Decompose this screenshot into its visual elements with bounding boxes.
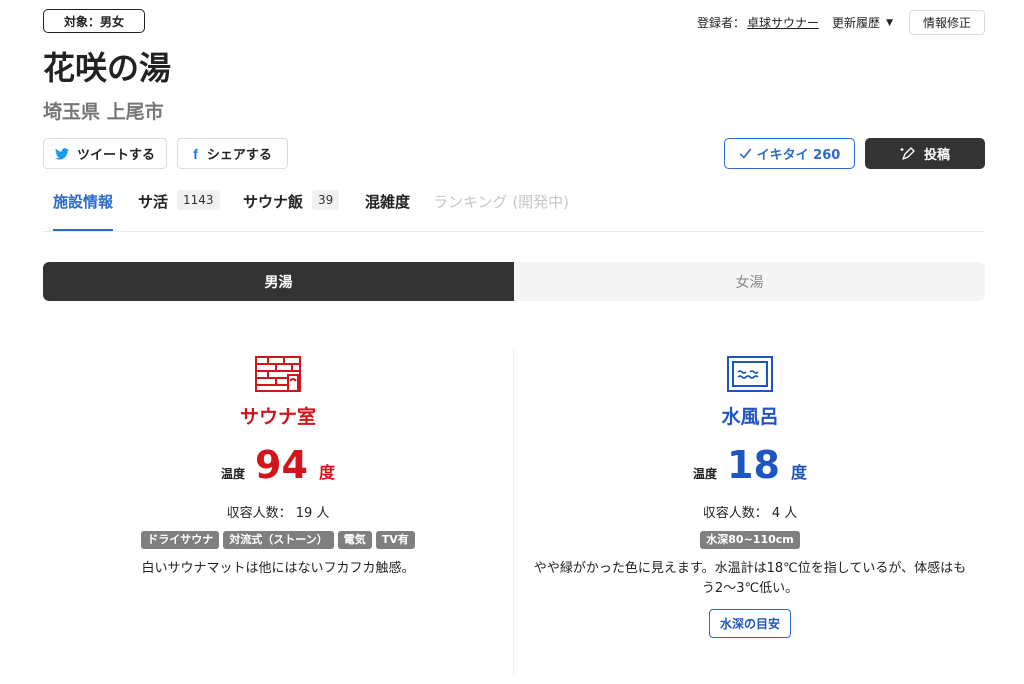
header-actions: 登録者： 卓球サウナー 更新履歴 ▼ 情報修正 (697, 10, 985, 35)
temp-value: 18 (727, 443, 780, 487)
tab-label: サ活 (138, 193, 169, 211)
water-title: 水風呂 (721, 406, 779, 428)
post-button[interactable]: 投稿 (865, 138, 985, 169)
water-capacity: 収容人数： 4 人 (702, 506, 798, 521)
tab-count: 39 (312, 190, 340, 210)
tag: 電気 (337, 531, 372, 549)
sauna-panel: サウナ室 温度 94 度 収容人数： 19 人 ドライサウナ 対流式（ストーン）… (43, 355, 513, 579)
tab-label: ランキング (開発中) (433, 193, 570, 211)
water-bath-icon (727, 356, 773, 392)
facebook-share-button[interactable]: f シェアする (177, 138, 288, 169)
history-label: 更新履歴 (832, 16, 881, 30)
post-label: 投稿 (923, 148, 950, 163)
tag: 水深80~110cm (700, 531, 800, 549)
tab-congestion[interactable]: 混雑度 (365, 188, 410, 231)
facility-location: 埼玉県 上尾市 (43, 101, 164, 123)
check-pen-icon (739, 148, 751, 159)
water-bath-panel: 水風呂 温度 18 度 収容人数： 4 人 水深80~110cm やや緑がかった… (515, 355, 985, 638)
sauna-capacity: 収容人数： 19 人 (226, 506, 330, 521)
temp-unit: 度 (790, 463, 807, 482)
sauna-tags: ドライサウナ 対流式（ストーン） 電気 TV有 (43, 531, 513, 549)
tab-label: 施設情報 (53, 193, 114, 211)
water-tags: 水深80~110cm (515, 531, 985, 549)
water-temperature: 温度 18 度 (515, 443, 985, 487)
pen-sparkle-icon (900, 146, 915, 160)
facility-name: 花咲の湯 (43, 49, 172, 87)
edit-info-button[interactable]: 情報修正 (908, 10, 985, 35)
tab-label: 混雑度 (365, 193, 411, 211)
gender-toggle: 男湯 女湯 (43, 262, 985, 301)
target-badge: 対象：男女 (43, 9, 145, 33)
tweet-label: ツイートする (76, 148, 155, 163)
male-bath-button[interactable]: 男湯 (43, 262, 514, 301)
tab-ranking: ランキング (開発中) (433, 188, 569, 231)
temp-label: 温度 (693, 467, 718, 481)
facebook-label: シェアする (206, 148, 272, 163)
sauna-temperature: 温度 94 度 (43, 443, 513, 487)
tag: 対流式（ストーン） (223, 531, 334, 549)
water-description: やや緑がかった色に見えます。水温計は18℃位を指しているが、体感はもう2〜3℃低… (533, 561, 967, 596)
female-bath-button[interactable]: 女湯 (514, 262, 985, 301)
tag: ドライサウナ (141, 531, 220, 549)
facebook-icon: f (193, 145, 198, 162)
sauna-description: 白いサウナマットは他にはないフカフカ触感。 (141, 561, 415, 576)
registrant-link[interactable]: 卓球サウナー (747, 14, 819, 31)
history-dropdown[interactable]: 更新履歴 ▼ (832, 14, 893, 31)
ikitai-label: イキタイ 260 (756, 148, 841, 163)
tab-count: 1143 (177, 190, 220, 210)
depth-guide-button[interactable]: 水深の目安 (708, 609, 791, 638)
sauna-room-icon (255, 356, 301, 392)
tab-sauna-meal[interactable]: サウナ飯 39 (243, 188, 340, 231)
facility-tabs: 施設情報 サ活 1143 サウナ飯 39 混雑度 ランキング (開発中) (43, 188, 985, 232)
ikitai-button[interactable]: イキタイ 260 (724, 138, 855, 169)
registrant: 登録者： 卓球サウナー (697, 14, 819, 31)
tweet-button[interactable]: ツイートする (43, 138, 167, 169)
temp-label: 温度 (221, 467, 246, 481)
twitter-icon (54, 147, 69, 160)
tab-label: サウナ飯 (243, 193, 304, 211)
tab-sakatsu[interactable]: サ活 1143 (138, 188, 220, 231)
panel-divider (513, 350, 514, 675)
caret-down-icon: ▼ (886, 17, 893, 28)
tab-facility-info[interactable]: 施設情報 (53, 188, 114, 231)
temp-value: 94 (255, 443, 308, 487)
tag: TV有 (375, 531, 415, 549)
temp-unit: 度 (318, 463, 335, 482)
registrant-label: 登録者： (697, 16, 746, 30)
sauna-title: サウナ室 (239, 406, 316, 428)
